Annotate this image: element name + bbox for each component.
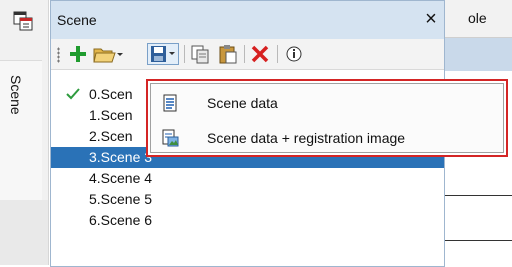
list-item-label: 4.Scene 4 <box>89 170 153 186</box>
list-item[interactable]: 6.Scene 6 <box>51 210 444 231</box>
info-icon <box>286 46 302 62</box>
save-button[interactable] <box>147 43 179 65</box>
background-row-divider <box>440 240 512 241</box>
background-header-text: ole <box>468 10 487 26</box>
list-item-label: 0.Scen <box>89 86 133 102</box>
list-item-label: 3.Scene 3 <box>89 149 153 165</box>
list-item[interactable]: 5.Scene 5 <box>51 189 444 210</box>
info-button[interactable] <box>283 43 305 65</box>
open-button[interactable] <box>91 43 125 65</box>
list-item-label: 5.Scene 5 <box>89 191 153 207</box>
panel-title: Scene <box>57 12 97 28</box>
toolbar-grip[interactable] <box>57 47 60 63</box>
add-icon <box>70 46 86 62</box>
list-item-label: 2.Scen <box>89 128 133 144</box>
add-button[interactable] <box>67 43 89 65</box>
menu-body: Scene data Scene data + registration ima… <box>150 83 504 153</box>
save-icon <box>151 46 175 62</box>
paste-button[interactable] <box>217 43 239 65</box>
delete-icon <box>251 45 269 63</box>
list-item-label: 6.Scene 6 <box>89 212 153 228</box>
toolbar <box>51 39 444 70</box>
vertical-tab-scene[interactable]: Scene <box>0 60 42 202</box>
dock-panel-icon[interactable] <box>12 10 34 32</box>
menu-item-label: Scene data + registration image <box>207 130 406 146</box>
list-item-label: 1.Scen <box>89 107 133 123</box>
left-dock-strip: Scene <box>0 0 49 265</box>
toolbar-separator <box>277 45 278 63</box>
menu-item-label: Scene data <box>207 95 278 111</box>
background-row-divider <box>440 195 512 196</box>
list-item[interactable]: 4.Scene 4 <box>51 168 444 189</box>
copy-button[interactable] <box>189 43 211 65</box>
close-button[interactable]: × <box>421 7 441 31</box>
toolbar-separator <box>184 45 185 63</box>
check-icon <box>66 88 80 100</box>
paste-icon <box>219 45 237 64</box>
image-document-icon <box>162 129 179 147</box>
toolbar-separator <box>244 45 245 63</box>
panel-titlebar: Scene × <box>51 1 444 40</box>
menu-item-scene-data[interactable]: Scene data <box>151 86 505 120</box>
open-folder-icon <box>93 48 123 63</box>
document-icon <box>163 94 177 112</box>
vertical-tab-label: Scene <box>8 75 24 115</box>
menu-item-scene-data-registration-image[interactable]: Scene data + registration image <box>151 121 505 155</box>
background-selected-row <box>440 38 512 71</box>
copy-icon <box>191 45 209 64</box>
delete-button[interactable] <box>249 43 271 65</box>
left-strip-lower-area <box>0 200 48 265</box>
save-dropdown-menu: Scene data Scene data + registration ima… <box>146 79 508 157</box>
